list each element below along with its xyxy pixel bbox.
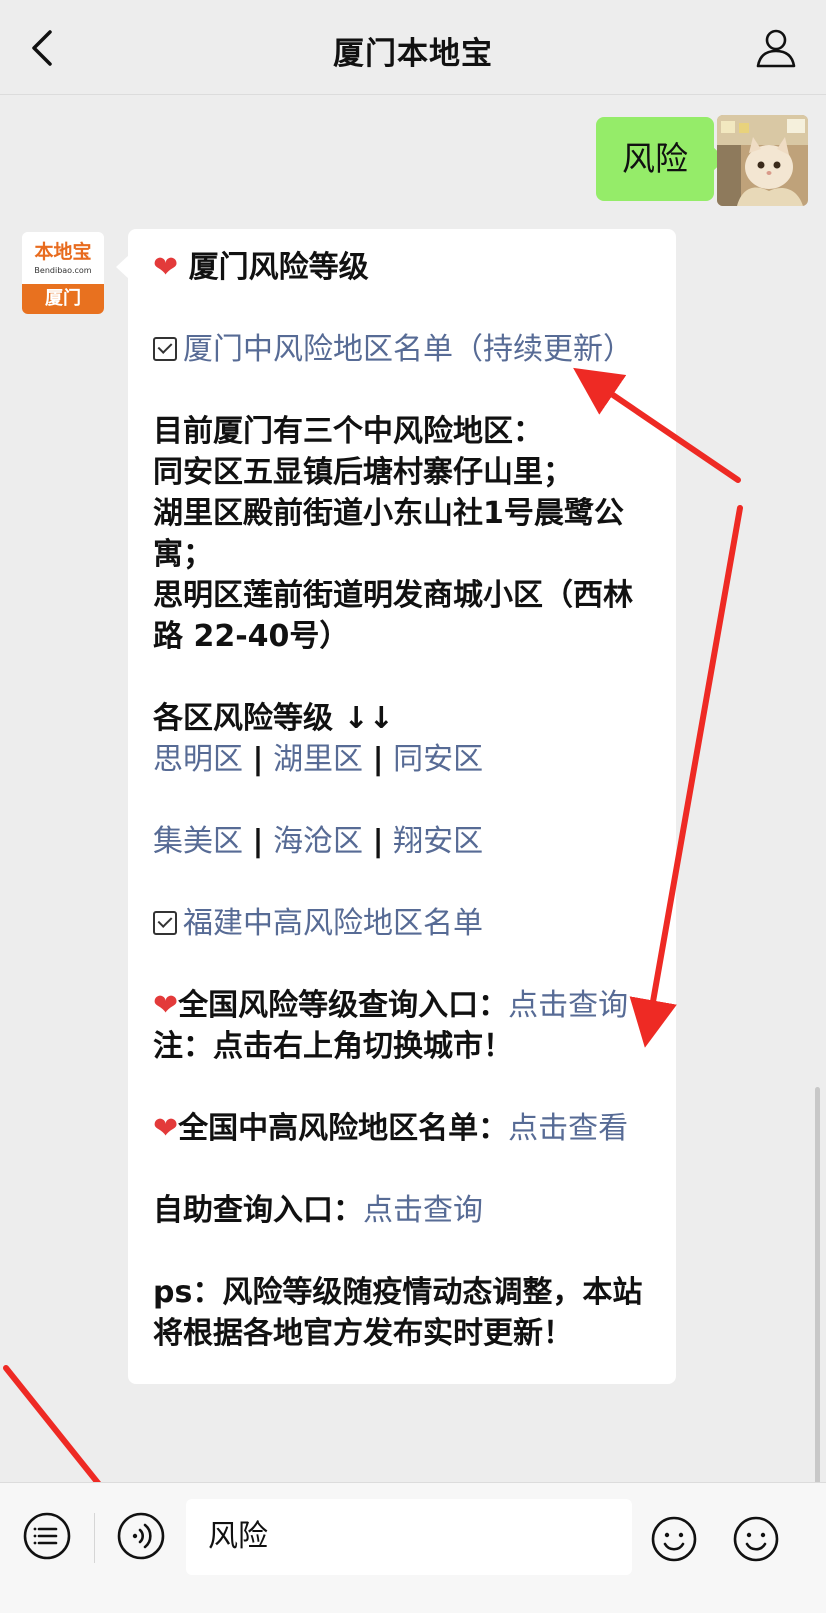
heart-icon: ❤ xyxy=(153,250,179,285)
national-list-row: ❤全国中高风险地区名单：点击查看 xyxy=(153,1111,629,1146)
self-query-link[interactable]: 点击查询 xyxy=(363,1193,483,1228)
district-link-huli[interactable]: 湖里区 xyxy=(273,742,363,777)
page-title: 厦门本地宝 xyxy=(333,36,493,72)
ps-note: ps：风险等级随疫情动态调整，本站将根据各地官方发布实时更新！ xyxy=(153,1275,643,1351)
emoji-icon[interactable] xyxy=(650,1515,698,1563)
district-link-tongan[interactable]: 同安区 xyxy=(393,742,483,777)
sent-message-bubble[interactable]: 风险 xyxy=(596,117,726,201)
scrollbar[interactable] xyxy=(815,1087,820,1517)
reply-message-bubble: ❤ 厦门风险等级 厦门中风险地区名单（持续更新） 目前厦门有三个中风险地区： 同… xyxy=(116,229,676,1384)
switch-city-note: 注：点击右上角切换城市！ xyxy=(153,1029,513,1064)
checkbox-icon xyxy=(153,911,177,935)
profile-icon[interactable] xyxy=(754,26,798,70)
checkbox-icon xyxy=(153,337,177,361)
district-link-jimei[interactable]: 集美区 xyxy=(153,824,243,859)
divider xyxy=(94,1513,95,1563)
districts-title: 各区风险等级 ↓↓ xyxy=(153,701,394,736)
bot-avatar[interactable]: 本地宝 Bendibao.com 厦门 xyxy=(22,232,104,314)
risk-area-1: 同安区五显镇后塘村寨仔山里； xyxy=(153,455,573,490)
menu-list-icon[interactable] xyxy=(22,1511,72,1561)
national-query-row: ❤全国风险等级查询入口：点击查询 xyxy=(153,988,629,1023)
risk-area-3: 思明区莲前街道明发商城小区（西林路 22-40号） xyxy=(153,578,633,654)
fujian-list-row: 福建中高风险地区名单 xyxy=(153,903,651,944)
reply-heading: ❤ 厦门风险等级 xyxy=(153,250,369,285)
mid-risk-list-row: 厦门中风险地区名单（持续更新） xyxy=(153,329,651,370)
message-input[interactable]: 风险 xyxy=(186,1499,632,1575)
chat-area[interactable]: 风险 本地宝 Bendibao.com 厦门 ❤ 厦门风险等级 厦门中风险地区名… xyxy=(0,95,826,1525)
mid-risk-list-link[interactable]: 厦门中风险地区名单（持续更新） xyxy=(183,332,633,367)
heart-icon: ❤ xyxy=(153,988,179,1023)
risk-area-2: 湖里区殿前街道小东山社1号晨鹭公寓； xyxy=(153,496,624,572)
district-links-row-2: 集美区 | 海沧区 | 翔安区 xyxy=(153,824,484,859)
national-query-link[interactable]: 点击查询 xyxy=(508,988,628,1023)
heart-icon: ❤ xyxy=(153,1111,179,1146)
avatar-city-label: 厦门 xyxy=(22,284,104,314)
fujian-list-link[interactable]: 福建中高风险地区名单 xyxy=(183,906,483,941)
national-list-link[interactable]: 点击查看 xyxy=(508,1111,628,1146)
avatar-logo: 本地宝 Bendibao.com xyxy=(22,232,104,284)
my-avatar[interactable] xyxy=(717,115,808,206)
emoji-icon[interactable] xyxy=(732,1515,780,1563)
district-link-haicang[interactable]: 海沧区 xyxy=(273,824,363,859)
cat-photo xyxy=(717,115,808,206)
district-link-xiangan[interactable]: 翔安区 xyxy=(393,824,483,859)
nav-bar: 厦门本地宝 xyxy=(0,0,826,95)
self-query-row: 自助查询入口：点击查询 xyxy=(153,1193,483,1228)
district-link-siming[interactable]: 思明区 xyxy=(153,742,243,777)
district-links-row-1: 思明区 | 湖里区 | 同安区 xyxy=(153,742,484,777)
bottom-input-bar: 风险 xyxy=(0,1482,826,1613)
intro-text: 目前厦门有三个中风险地区： xyxy=(153,414,543,449)
voice-icon[interactable] xyxy=(116,1511,166,1561)
